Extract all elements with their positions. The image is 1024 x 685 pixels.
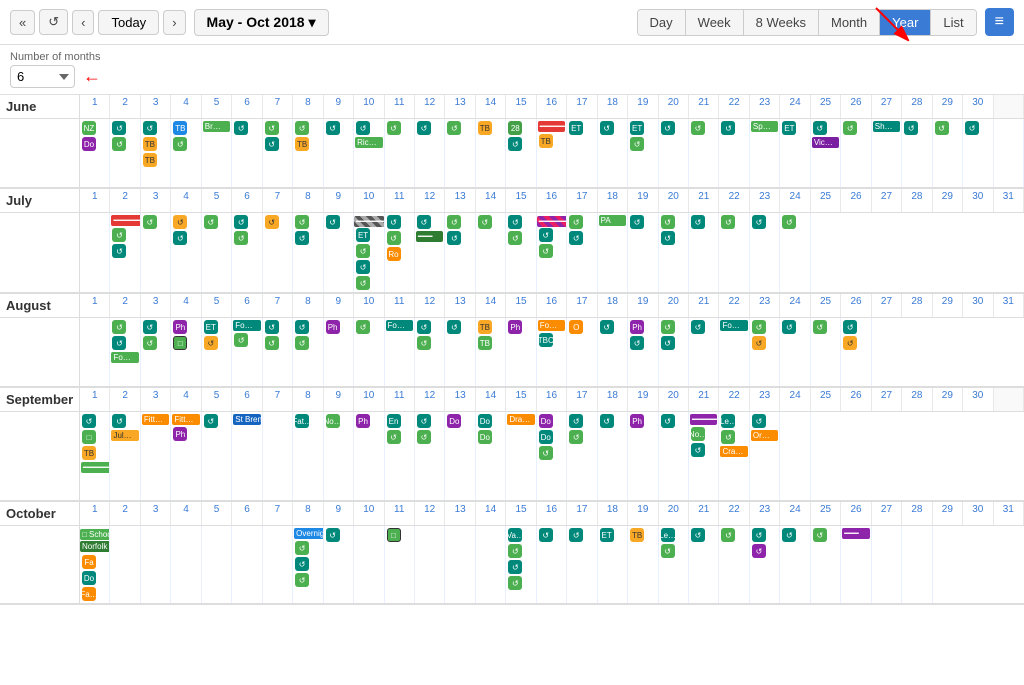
august-label: August	[0, 294, 80, 317]
october-label: October	[0, 502, 80, 525]
refresh-button[interactable]: ↺	[39, 9, 68, 35]
view-month-button[interactable]: Month	[819, 10, 880, 35]
june-events: NZ Do ↺ ↺ ↺ TB TB TB ↺	[0, 119, 1024, 189]
num-months-select[interactable]: 6 3 12	[10, 65, 75, 88]
arrow-indicator: ←	[83, 66, 101, 87]
view-week-button[interactable]: Week	[686, 10, 744, 35]
num-months-label: Number of months	[10, 51, 101, 63]
forward-button[interactable]: ›	[163, 10, 185, 35]
september-label: September	[0, 388, 80, 411]
view-8weeks-button[interactable]: 8 Weeks	[744, 10, 819, 35]
august-events: ↺ ↺ Fo… ↺ ↺ Ph □ ET ↺ Fo… ↺	[0, 318, 1024, 388]
june-section: June 1 2 3 4 5 6 7 8 9 10 11 12 13 14 15…	[0, 95, 1024, 189]
september-events: ↺ □ TB ━━━━━━━ ↺ Jul… Fitt… Fitt… Ph ↺	[0, 412, 1024, 502]
june-day-1-col[interactable]: NZ Do	[80, 119, 110, 187]
back-button[interactable]: ‹	[72, 10, 94, 35]
back-back-button[interactable]: «	[10, 10, 35, 35]
august-section: August 1 2 3 4 5 6 7 8 9 10 11 12 13 14 …	[0, 294, 1024, 388]
date-range-button[interactable]: May - Oct 2018 ▾	[194, 9, 329, 36]
main-toolbar: « ↺ ‹ Today › May - Oct 2018 ▾ Day Week …	[0, 0, 1024, 45]
october-events: □ School Holidays Norfolk Island Theatre…	[0, 526, 1024, 605]
july-events: ━━━━━━━━━ ↺ ↺ ↺ ↺ ↺ ↺ ↺ ↺	[0, 213, 1024, 294]
view-switcher: Day Week 8 Weeks Month Year List	[637, 9, 977, 36]
july-label: July	[0, 189, 80, 212]
june-day-1: 1	[80, 95, 110, 118]
view-day-button[interactable]: Day	[638, 10, 686, 35]
june-label: June	[0, 95, 80, 118]
today-button[interactable]: Today	[98, 10, 159, 35]
menu-button[interactable]: ≡	[985, 8, 1014, 36]
view-list-button[interactable]: List	[931, 10, 975, 35]
october-section: October 1 2 3 4 5 6 7 8 9 10 11 12 13 14…	[0, 502, 1024, 605]
sub-toolbar: Number of months 6 3 12 ←	[0, 45, 1024, 95]
view-year-button[interactable]: Year	[880, 10, 931, 35]
calendar-container: June 1 2 3 4 5 6 7 8 9 10 11 12 13 14 15…	[0, 95, 1024, 685]
july-section: July 1 2 3 4 5 6 7 8 9 10 11 12 13 14 15…	[0, 189, 1024, 294]
september-section: September 1 2 3 4 5 6 7 8 9 10 11 12 13 …	[0, 388, 1024, 502]
